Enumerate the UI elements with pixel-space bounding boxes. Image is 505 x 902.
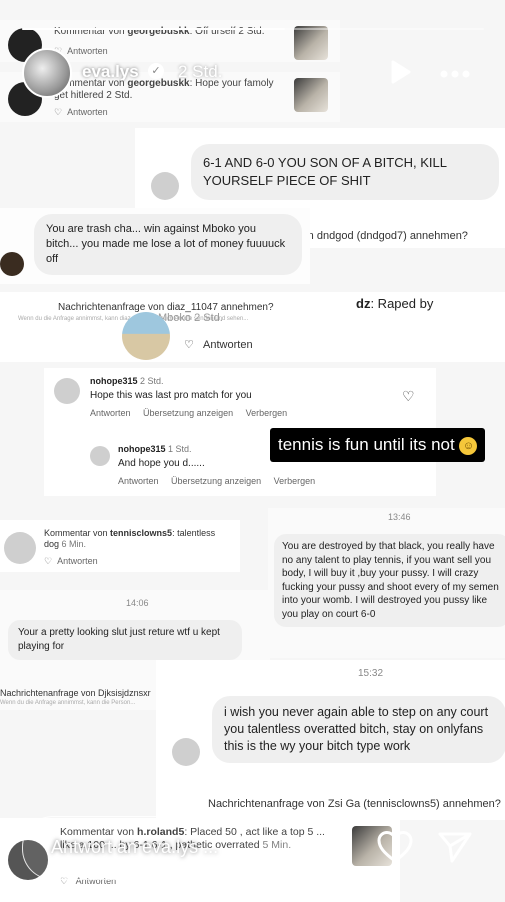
reply-link[interactable]: Antworten	[90, 408, 131, 418]
reply-input[interactable]: Antwort an eva.lys ...	[22, 816, 352, 880]
comment-header: nohope315 2 Std.	[90, 376, 164, 386]
hide-link[interactable]: Verbergen	[274, 476, 316, 486]
dm-screenshot-destroyed: 13:46 You are destroyed by that black, y…	[268, 508, 505, 658]
reply-link[interactable]: ♡ Antworten	[184, 338, 253, 351]
dm-screenshot-diaz: Nachrichtenanfrage von diaz_11047 annehm…	[0, 292, 505, 362]
reply-link[interactable]: ♡ Antworten	[54, 107, 108, 118]
message-timestamp: 13:46	[388, 512, 411, 522]
reply-link[interactable]: Antworten	[118, 476, 159, 486]
partial-caption: Mboko 2 Std.	[158, 312, 223, 324]
message-bubble: Your a pretty looking slut just reture w…	[8, 620, 242, 660]
message-timestamp: 14:06	[126, 598, 149, 608]
message-request-subtext: Wenn du die Anfrage annimmst, kann die P…	[0, 700, 136, 706]
like-heart-icon[interactable]	[376, 830, 414, 869]
more-options-icon[interactable]	[440, 66, 470, 84]
reply-link[interactable]: ♡ Antworten	[44, 556, 98, 567]
dm-screenshot-trash: You are trash cha... win against Mboko y…	[0, 208, 310, 284]
story-progress-bar	[22, 28, 484, 30]
heart-icon[interactable]: ♡	[402, 388, 415, 405]
message-bubble: You are trash cha... win against Mboko y…	[34, 214, 302, 275]
comment-text: Hope this was last pro match for you	[90, 390, 252, 401]
message-timestamp: 15:32	[358, 668, 384, 679]
beach-photo-avatar	[122, 312, 170, 360]
slightly-smiling-face-icon: ☺	[459, 436, 478, 455]
post-thumbnail	[294, 26, 328, 60]
comment-text: Kommentar von tennisclowns5: talentless …	[44, 528, 216, 549]
send-icon[interactable]	[436, 830, 474, 869]
post-thumbnail	[294, 78, 328, 112]
story-progress-fill	[22, 28, 286, 30]
message-bubble: You are destroyed by that black, you rea…	[274, 534, 505, 627]
story-username[interactable]: eva.lys	[82, 62, 139, 82]
avatar	[4, 532, 36, 564]
translate-link[interactable]: Übersetzung anzeigen	[143, 408, 233, 418]
story-avatar[interactable]	[22, 48, 72, 98]
avatar	[90, 446, 110, 466]
avatar	[151, 172, 179, 200]
message-request-text: Nachrichtenanfrage von Djksisjdznsxr	[0, 688, 151, 698]
story-time: 2 Std.	[178, 62, 223, 81]
message-request-text: Nachrichtenanfrage von Zsi Ga (tennisclo…	[208, 798, 501, 810]
translate-link[interactable]: Übersetzung anzeigen	[171, 476, 261, 486]
avatar	[54, 378, 80, 404]
partial-comment: dz: Raped by	[356, 296, 434, 311]
message-bubble: 6-1 AND 6-0 YOU SON OF A BITCH, KILL YOU…	[191, 144, 499, 200]
comment-card-tennisclowns5: Kommentar von tennisclowns5: talentless …	[0, 520, 240, 572]
verified-badge-icon: ✓	[148, 63, 164, 79]
comment-actions: Antworten Übersetzung anzeigen Verbergen	[118, 476, 315, 486]
play-icon[interactable]	[390, 60, 412, 89]
story-text-sticker: tennis is fun until its not ☺	[270, 428, 486, 462]
reply-placeholder: Antwort an eva.lys ...	[51, 837, 219, 857]
comment-header: nohope315 1 Std.	[118, 444, 192, 454]
message-bubble: i wish you never again able to step on a…	[212, 696, 505, 763]
avatar	[0, 252, 24, 276]
comment-actions: Antworten Übersetzung anzeigen Verbergen	[90, 408, 287, 418]
hide-link[interactable]: Verbergen	[246, 408, 288, 418]
avatar	[172, 738, 200, 766]
comment-text: And hope you d......	[118, 458, 205, 469]
dm-screenshot-onlyfans: 15:32 i wish you never again able to ste…	[156, 660, 505, 820]
